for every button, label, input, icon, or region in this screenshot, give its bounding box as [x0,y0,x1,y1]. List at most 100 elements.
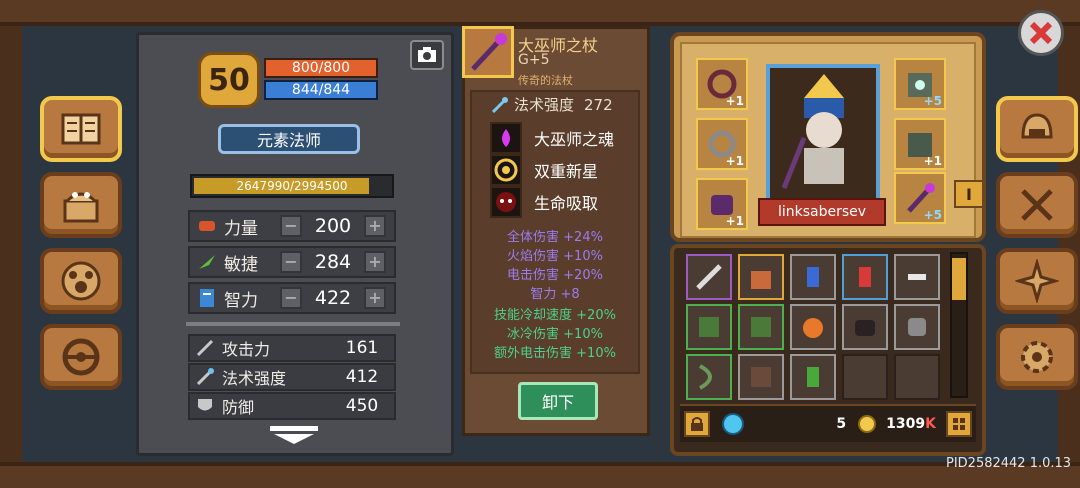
inventory-slot[interactable] [842,254,888,300]
fist-icon [194,213,220,239]
coin-suffix: K [925,416,936,432]
increase-button[interactable]: + [364,251,386,273]
increase-button[interactable]: + [364,287,386,309]
inventory-slot[interactable] [790,254,836,300]
stat-row-attack: 攻击力 161 [188,334,396,362]
stat-row-magic-power: 法术强度 412 [188,363,396,391]
inventory-slot[interactable] [894,304,940,350]
sword-icon [696,264,722,290]
bottom-frame [0,462,1080,488]
sword-icon [194,337,216,359]
chest-slot[interactable]: +5 [894,58,946,110]
red-potion-icon [859,267,871,287]
compass-star-icon [1015,259,1059,303]
unequip-button[interactable]: 卸下 [518,382,598,420]
vehicle-tab-button[interactable] [40,324,122,390]
orange-fruit-icon [803,318,823,338]
item-grade: G+5 [518,52,550,68]
target-icon [490,154,522,186]
perk-label: 大巫师之魂 [534,130,615,149]
decrease-button[interactable]: − [280,215,302,237]
decrease-button[interactable]: − [280,287,302,309]
bonus-line: 额外电击伤害 +10% [494,346,616,361]
inventory-slot[interactable] [686,254,732,300]
attribute-value: 422 [314,287,352,309]
staff-slot[interactable]: +5 [894,172,946,224]
inventory-slot[interactable] [686,304,732,350]
increase-button[interactable]: + [364,215,386,237]
pets-tab-button[interactable] [40,248,122,314]
shield-icon [194,395,216,417]
screenshot-button[interactable] [410,40,444,70]
close-icon [1029,21,1053,45]
inventory-slot[interactable] [738,254,784,300]
inventory-slot-empty[interactable] [842,354,888,400]
camera-icon [418,47,436,62]
item-staff-icon [462,26,514,78]
ring-slot[interactable]: +1 [696,118,748,170]
perk-label: 生命吸取 [534,194,599,213]
inventory-slot[interactable] [790,304,836,350]
weapons-tab-button[interactable] [996,172,1078,238]
attribute-row-strength: 力量 − 200 + [188,210,396,242]
class-name-chip[interactable]: 元素法师 [218,124,360,154]
inventory-slot[interactable] [738,304,784,350]
book-tab-button[interactable] [40,96,122,162]
helmet-icon [1021,113,1053,139]
brown-armor-icon [751,367,771,387]
attribute-label: 力量 [224,218,258,239]
gem-count: 5 [836,416,847,432]
inventory-slot[interactable] [842,304,888,350]
close-button[interactable] [1018,10,1064,56]
inventory-slot-empty[interactable] [894,354,940,400]
gear-icon [1021,341,1053,373]
stat-row-defense: 防御 450 [188,392,396,420]
tome-icon [194,285,220,311]
treasure-chest-icon [63,192,99,223]
tier-tag[interactable]: I [954,180,984,208]
helmet-icon [908,318,926,336]
wizard-avatar [781,74,844,189]
necklace-slot[interactable]: +1 [696,58,748,110]
steering-wheel-icon [62,338,100,376]
hero-tab-button[interactable] [996,96,1078,162]
mp-bar: 844/844 [264,80,378,100]
lock-button[interactable] [684,411,710,437]
stats-divider [186,322,400,326]
sort-menu-button[interactable] [946,411,972,437]
item-magic-value: 272 [584,95,613,114]
gloves-slot[interactable]: +1 [696,178,748,230]
perk-row: 生命吸取 [490,186,598,218]
inventory-slot[interactable] [894,254,940,300]
item-type: 传奇的法杖 [518,74,573,87]
currency-bar: 5 1309K [680,404,976,442]
attribute-row-agility: 敏捷 − 284 + [188,246,396,278]
green-armor-icon [751,317,771,337]
green-potion-icon [807,367,819,387]
inventory-slot[interactable] [738,354,784,400]
inventory-slot[interactable] [790,354,836,400]
attribute-label: 敏捷 [224,254,258,275]
inventory-scrollbar-thumb[interactable] [952,258,966,300]
bonus-line: 全体伤害 +24% [507,230,603,245]
attribute-label: 智力 [224,290,258,311]
stat-label: 防御 [222,398,255,417]
inventory-slot[interactable] [686,354,732,400]
settings-tab-button[interactable] [996,324,1078,390]
perk-row: 大巫师之魂 [490,122,614,154]
paw-icon [61,261,101,301]
decrease-button[interactable]: − [280,251,302,273]
dark-mask-icon [855,320,875,336]
lock-icon [691,417,703,431]
skills-tab-button[interactable] [996,248,1078,314]
armor-slot[interactable]: +1 [894,118,946,170]
xp-bar: 2647990/2994500 [190,174,394,198]
grid-icon [953,418,965,430]
chest-tab-button[interactable] [40,172,122,238]
chevron-down-icon[interactable] [270,426,318,444]
feather-icon [194,249,220,275]
hp-bar: 800/800 [264,58,378,78]
character-portrait [766,64,880,204]
book-icon [61,113,101,145]
stat-label: 攻击力 [222,340,271,359]
